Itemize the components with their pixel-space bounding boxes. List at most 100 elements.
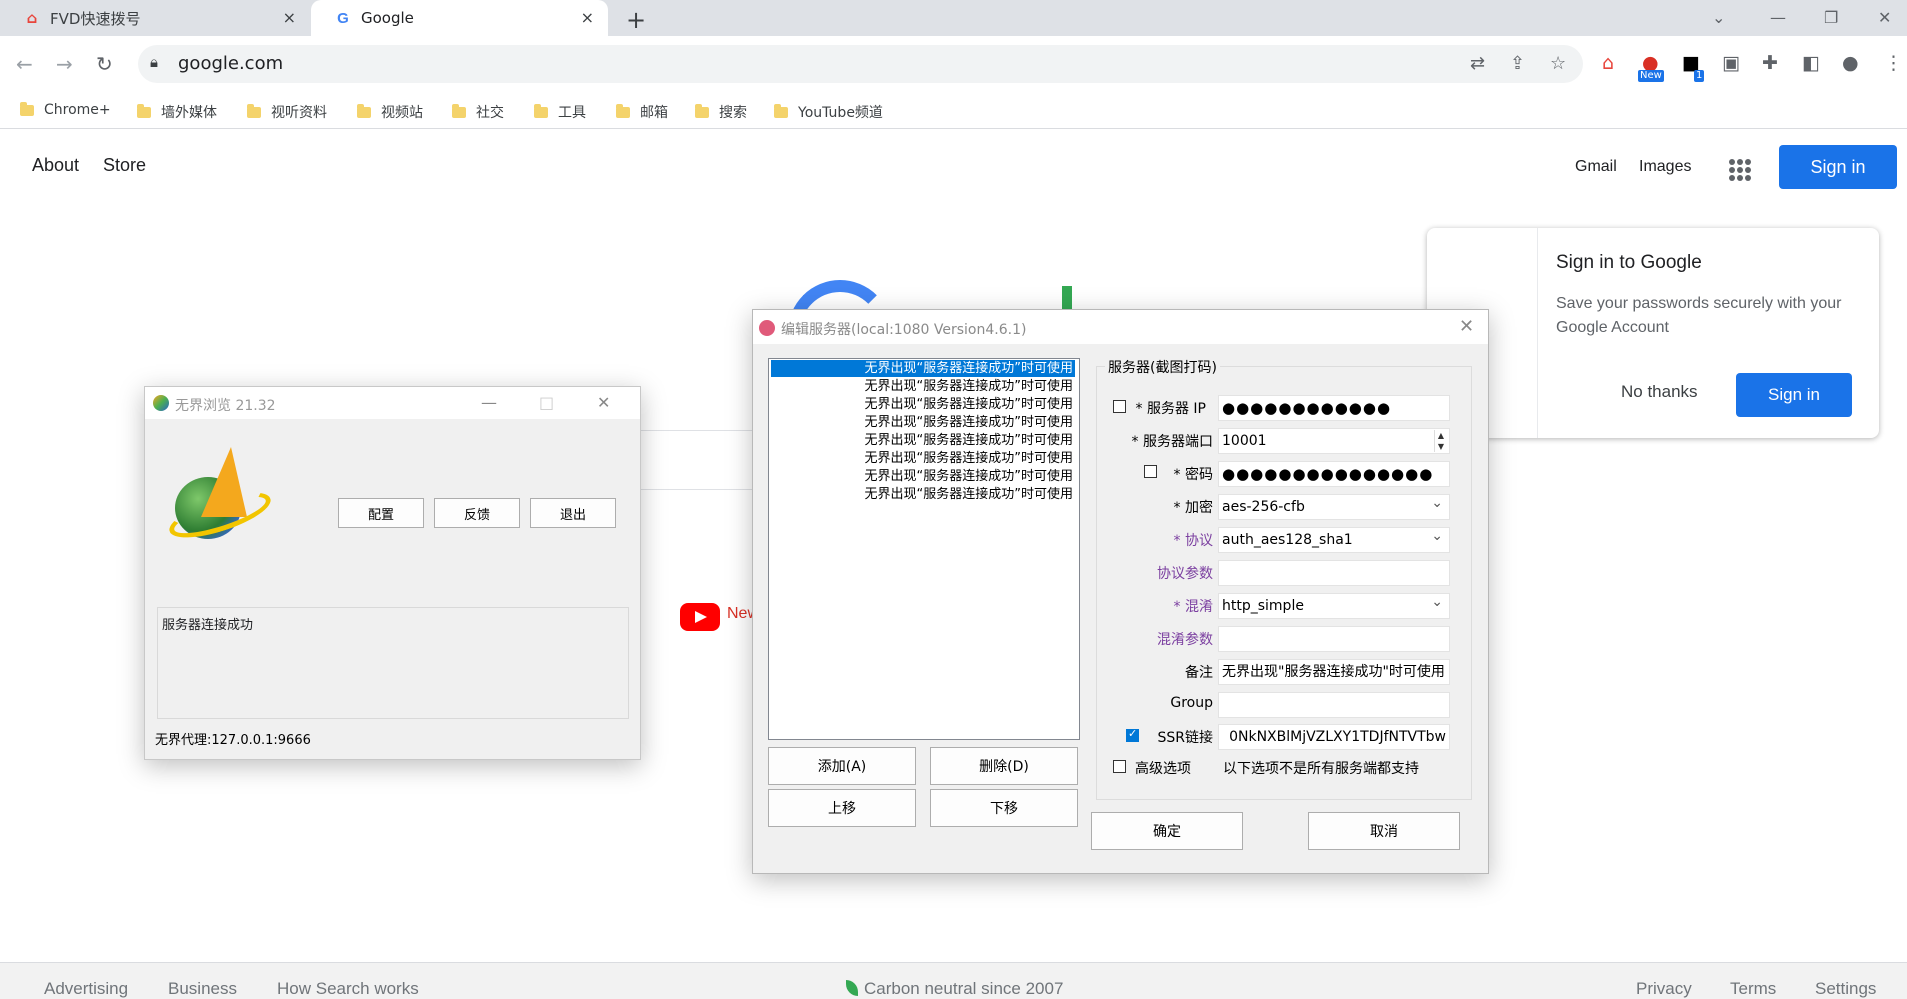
- list-item[interactable]: 无界出现“服务器连接成功”时可使用: [771, 378, 1075, 395]
- wujie-app-icon: [153, 395, 169, 411]
- config-button[interactable]: 配置: [338, 498, 424, 528]
- advanced-checkbox[interactable]: [1113, 760, 1126, 773]
- bookmark-label: 搜索: [719, 105, 747, 121]
- list-item[interactable]: 无界出现“服务器连接成功”时可使用: [771, 468, 1075, 485]
- feedback-button[interactable]: 反馈: [434, 498, 520, 528]
- minimize-button[interactable]: —: [1770, 8, 1786, 27]
- group-field[interactable]: [1218, 692, 1450, 718]
- list-item[interactable]: 无界出现“服务器连接成功”时可使用: [771, 414, 1075, 431]
- images-link[interactable]: Images: [1639, 158, 1691, 176]
- tab-google[interactable]: G Google ×: [311, 0, 608, 36]
- bookmark-star-icon[interactable]: ☆: [1550, 53, 1566, 74]
- bookmark-folder[interactable]: 工具: [534, 102, 586, 122]
- list-item[interactable]: 无界出现“服务器连接成功”时可使用: [771, 432, 1075, 449]
- bookmark-label: YouTube频道: [798, 105, 883, 121]
- puzzle-icon[interactable]: ✚: [1762, 52, 1778, 74]
- bookmark-label: Chrome+: [44, 102, 111, 118]
- log-area[interactable]: 服务器连接成功: [157, 607, 629, 719]
- privacy-link[interactable]: Privacy: [1636, 979, 1692, 999]
- side-panel-icon[interactable]: ◧: [1802, 52, 1820, 74]
- bookmark-folder[interactable]: 搜索: [695, 102, 747, 122]
- bookmark-folder[interactable]: 邮箱: [616, 102, 668, 122]
- obfs-select[interactable]: http_simple: [1218, 593, 1450, 619]
- maximize-button[interactable]: ❐: [1824, 8, 1838, 27]
- about-link[interactable]: About: [32, 155, 79, 176]
- no-thanks-button[interactable]: No thanks: [1621, 382, 1698, 402]
- advertising-link[interactable]: Advertising: [44, 979, 128, 999]
- close-button[interactable]: ✕: [597, 393, 610, 412]
- menu-dots-icon[interactable]: ⋮: [1884, 52, 1903, 74]
- tab-search-icon[interactable]: ⌄: [1712, 8, 1725, 27]
- bookmark-folder[interactable]: 社交: [452, 102, 504, 122]
- cancel-button[interactable]: 取消: [1308, 812, 1460, 850]
- bookmark-folder[interactable]: Chrome+: [20, 101, 111, 118]
- password-field[interactable]: ●●●●●●●●●●●●●●●: [1218, 461, 1450, 487]
- extension-icon[interactable]: ▣: [1722, 52, 1740, 74]
- protocol-param-label: 协议参数: [1157, 566, 1213, 582]
- folder-icon: [357, 103, 371, 118]
- exit-button[interactable]: 退出: [530, 498, 616, 528]
- list-item[interactable]: 无界出现“服务器连接成功”时可使用: [771, 450, 1075, 467]
- list-item[interactable]: 无界出现“服务器连接成功”时可使用: [771, 396, 1075, 413]
- terms-link[interactable]: Terms: [1730, 979, 1776, 999]
- delete-button[interactable]: 删除(D): [930, 747, 1078, 785]
- forward-icon[interactable]: →: [56, 52, 73, 76]
- dialog-titlebar[interactable]: 编辑服务器(local:1080 Version4.6.1) ✕: [753, 310, 1488, 344]
- minimize-button[interactable]: —: [481, 393, 497, 412]
- server-list[interactable]: 无界出现“服务器连接成功”时可使用 无界出现“服务器连接成功”时可使用 无界出现…: [768, 358, 1080, 740]
- close-window-button[interactable]: ✕: [1878, 8, 1891, 27]
- back-icon[interactable]: ←: [16, 52, 33, 76]
- close-tab-icon[interactable]: ×: [283, 8, 296, 27]
- bookmark-folder[interactable]: 墙外媒体: [137, 102, 217, 122]
- settings-link[interactable]: Settings: [1815, 979, 1876, 999]
- bookmark-folder[interactable]: YouTube频道: [774, 102, 883, 122]
- server-ip-field[interactable]: ●●●●●●●●●●●●: [1218, 395, 1450, 421]
- bookmark-folder[interactable]: 视频站: [357, 102, 423, 122]
- lock-icon[interactable]: 🔒︎: [150, 53, 158, 71]
- server-port-stepper[interactable]: 10001 ▲ ▼: [1218, 428, 1450, 454]
- wujie-titlebar[interactable]: 无界浏览 21.32 — □ ✕: [145, 387, 640, 419]
- youtube-icon[interactable]: [680, 603, 720, 631]
- protocol-select[interactable]: auth_aes128_sha1: [1218, 527, 1450, 553]
- popup-sign-in-button[interactable]: Sign in: [1736, 373, 1852, 417]
- add-button[interactable]: 添加(A): [768, 747, 916, 785]
- list-item[interactable]: 无界出现“服务器连接成功”时可使用: [771, 360, 1075, 377]
- business-link[interactable]: Business: [168, 979, 237, 999]
- spin-up-icon[interactable]: ▲: [1435, 430, 1447, 441]
- ssr-link-field[interactable]: 0NkNXBlMjVZLXY1TDJfNTVTbw: [1218, 724, 1450, 750]
- address-bar[interactable]: 🔒︎ google.com ⇄ ⇪ ☆: [138, 45, 1583, 83]
- store-link[interactable]: Store: [103, 155, 146, 176]
- bookmark-folder[interactable]: 视听资料: [247, 102, 327, 122]
- tab-title: FVD快速拨号: [50, 9, 141, 28]
- sign-in-button[interactable]: Sign in: [1779, 145, 1897, 189]
- google-apps-icon[interactable]: [1729, 159, 1751, 181]
- bookmarks-bar: Chrome+ 墙外媒体 视听资料 视频站 社交 工具 邮箱 搜索 YouTub…: [0, 94, 1907, 129]
- fvd-extension-icon[interactable]: ⌂: [1602, 52, 1614, 74]
- translate-icon[interactable]: ⇄: [1470, 53, 1485, 74]
- new-tab-button[interactable]: +: [626, 6, 646, 34]
- profile-icon[interactable]: ●: [1842, 52, 1859, 74]
- gmail-link[interactable]: Gmail: [1575, 158, 1617, 176]
- encryption-select[interactable]: aes-256-cfb: [1218, 494, 1450, 520]
- spin-down-icon[interactable]: ▼: [1435, 441, 1447, 452]
- list-item[interactable]: 无界出现“服务器连接成功”时可使用: [771, 486, 1075, 503]
- tab-fvd[interactable]: ⌂ FVD快速拨号 ×: [0, 0, 310, 36]
- move-up-button[interactable]: 上移: [768, 789, 916, 827]
- obfs-param-field[interactable]: [1218, 626, 1450, 652]
- how-search-works-link[interactable]: How Search works: [277, 979, 419, 999]
- protocol-param-field[interactable]: [1218, 560, 1450, 586]
- search-box[interactable]: [620, 430, 760, 490]
- share-icon[interactable]: ⇪: [1510, 53, 1525, 74]
- sign-in-popup: Sign in to Google Save your passwords se…: [1427, 228, 1879, 438]
- carbon-neutral-link[interactable]: Carbon neutral since 2007: [846, 979, 1063, 999]
- port-spinner[interactable]: ▲ ▼: [1434, 430, 1447, 452]
- reload-icon[interactable]: ↻: [96, 52, 113, 76]
- close-button[interactable]: ✕: [1459, 316, 1474, 337]
- remarks-field[interactable]: 无界出现"服务器连接成功"时可使用: [1218, 659, 1450, 685]
- move-down-button[interactable]: 下移: [930, 789, 1078, 827]
- log-text: 服务器连接成功: [162, 618, 254, 633]
- ok-button[interactable]: 确定: [1091, 812, 1243, 850]
- close-tab-icon[interactable]: ×: [581, 8, 594, 27]
- group-title: 服务器(截图打码): [1105, 357, 1220, 377]
- maximize-button[interactable]: □: [539, 393, 554, 412]
